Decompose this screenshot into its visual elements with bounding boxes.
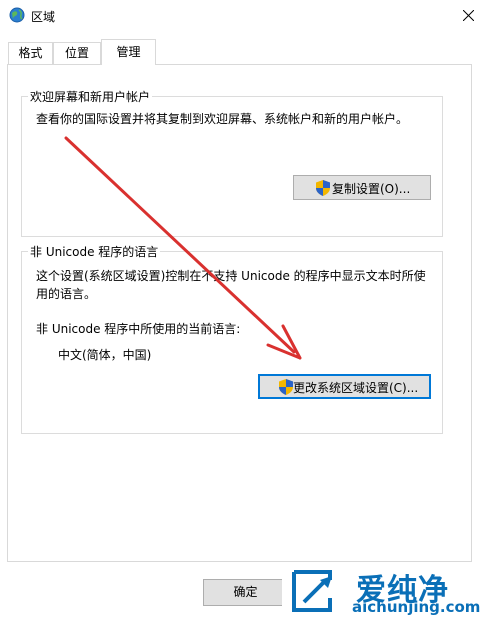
tab-format[interactable]: 格式 [8,42,53,64]
close-icon [463,10,474,21]
window-title: 区域 [31,10,56,24]
watermark-url: aichunjing.com [352,598,481,616]
ok-button[interactable]: 确定 [203,579,288,606]
title-bar: 区域 [0,0,486,31]
tab-location[interactable]: 位置 [53,42,101,64]
tab-administrative[interactable]: 管理 [101,39,156,65]
globe-icon [9,7,25,23]
uac-shield-icon [279,379,293,395]
unicode-description-line1: 这个设置(系统区域设置)控制在不支持 Unicode 的程序中显示文本时所使 [36,269,426,283]
uac-shield-icon [316,180,330,196]
group-title: 非 Unicode 程序的语言 [28,243,161,260]
watermark-logo-icon [292,570,332,612]
current-language-value: 中文(简体，中国) [58,348,152,362]
close-button[interactable] [450,0,486,31]
change-system-locale-button[interactable]: 更改系统区域设置(C)... [258,374,431,399]
region-dialog: 区域 格式 位置 管理 欢迎屏幕和新用户帐户 查看你的国际设置并将其复制到欢迎屏… [0,0,486,620]
unicode-description-line2: 用的语言。 [36,287,97,301]
welcome-description: 查看你的国际设置并将其复制到欢迎屏幕、系统帐户和新的用户帐户。 [36,112,409,126]
copy-settings-button[interactable]: 复制设置(O)... [293,175,431,200]
group-title: 欢迎屏幕和新用户帐户 [28,88,153,105]
change-system-locale-label: 更改系统区域设置(C)... [293,381,419,395]
current-language-label: 非 Unicode 程序中所使用的当前语言: [36,322,241,336]
copy-settings-label: 复制设置(O)... [332,182,411,196]
